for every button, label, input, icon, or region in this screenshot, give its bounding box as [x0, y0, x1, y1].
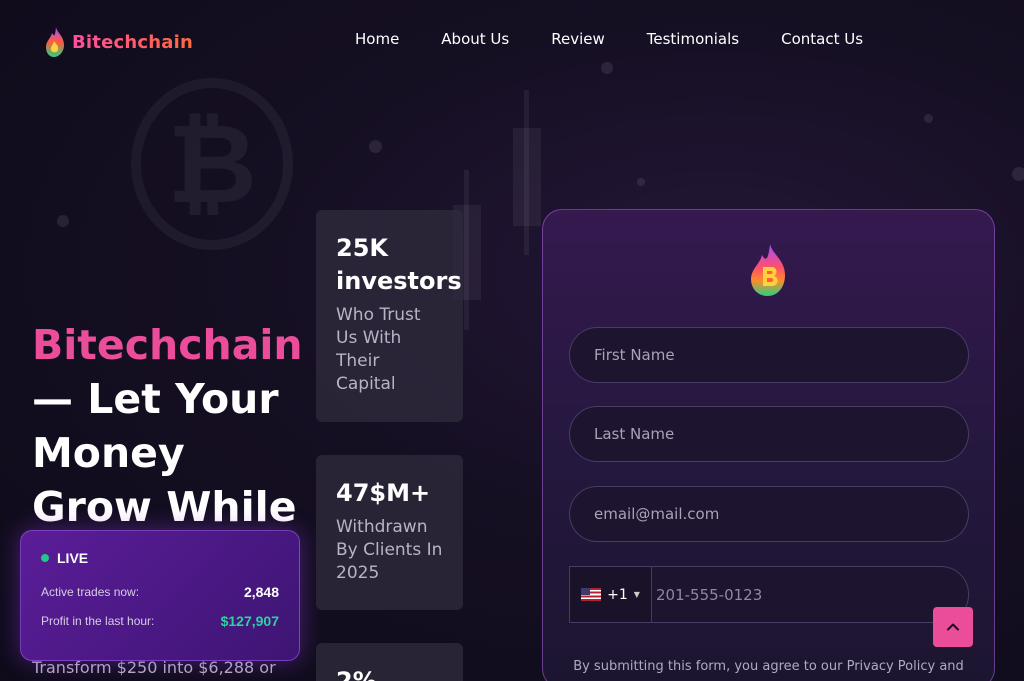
brand-name: Bitechchain	[72, 31, 194, 53]
profit-value: $127,907	[220, 613, 279, 629]
stat-card-withdrawn: 47$M+ Withdrawn By Clients In 2025	[316, 455, 463, 610]
nav-about-us[interactable]: About Us	[441, 30, 509, 48]
hero-brand: Bitechchain	[32, 321, 303, 369]
stat-value: 25K investors	[336, 234, 462, 295]
country-code: +1	[607, 586, 628, 603]
bitcoin-background-icon: ₿	[131, 78, 293, 250]
hero-title: Bitechchain — Let Your Money Grow While	[32, 318, 312, 534]
profit-label: Profit in the last hour:	[41, 614, 155, 628]
chart-candle-decoration	[524, 90, 529, 255]
particle-decoration	[601, 62, 613, 74]
last-name-field[interactable]	[569, 406, 969, 462]
nav-contact-us[interactable]: Contact Us	[781, 30, 863, 48]
active-trades-row: Active trades now: 2,848	[41, 584, 279, 600]
hero-section: Bitechchain — Let Your Money Grow While	[32, 318, 312, 534]
form-disclaimer: By submitting this form, you agree to ou…	[573, 659, 964, 674]
caret-down-icon: ▼	[633, 590, 640, 599]
particle-decoration	[1012, 167, 1024, 181]
flame-logo-icon	[46, 27, 64, 57]
stat-card-percent: 2%	[316, 643, 463, 681]
live-indicator-icon	[41, 554, 49, 562]
stat-card-investors: 25K investors Who Trust Us With Their Ca…	[316, 210, 463, 422]
live-badge-label: LIVE	[57, 550, 89, 566]
us-flag-icon	[581, 588, 602, 601]
particle-decoration	[924, 114, 933, 123]
particle-decoration	[637, 178, 645, 186]
back-to-top-button[interactable]	[933, 607, 973, 647]
stat-label: Who Trust Us With Their Capital	[336, 305, 421, 394]
signup-form-panel: +1 ▼ By submitting this form, you agree …	[542, 209, 995, 681]
email-field[interactable]	[569, 486, 969, 542]
country-code-selector[interactable]: +1 ▼	[570, 567, 652, 622]
first-name-field[interactable]	[569, 327, 969, 383]
active-trades-label: Active trades now:	[41, 585, 140, 599]
chart-candle-decoration	[464, 170, 469, 330]
live-stats-card: LIVE Active trades now: 2,848 Profit in …	[20, 530, 300, 661]
live-badge: LIVE	[41, 550, 279, 566]
nav-home[interactable]: Home	[355, 30, 399, 48]
stat-value: 47$M+	[336, 479, 431, 507]
hero-title-rest: — Let Your Money Grow While	[32, 375, 297, 531]
particle-decoration	[57, 215, 69, 227]
stat-value: 2%	[336, 667, 377, 681]
chevron-up-icon	[947, 623, 959, 631]
phone-input[interactable]	[652, 567, 968, 622]
stat-label: Withdrawn By Clients In 2025	[336, 517, 443, 583]
phone-field-group: +1 ▼	[569, 566, 969, 623]
nav-testimonials[interactable]: Testimonials	[647, 30, 739, 48]
brand-logo[interactable]: Bitechchain	[44, 26, 193, 58]
main-nav: Home About Us Review Testimonials Contac…	[355, 30, 863, 48]
nav-review[interactable]: Review	[551, 30, 605, 48]
profit-row: Profit in the last hour: $127,907	[41, 613, 279, 629]
flame-logo-icon	[751, 244, 785, 296]
active-trades-value: 2,848	[243, 584, 279, 600]
particle-decoration	[369, 140, 382, 153]
